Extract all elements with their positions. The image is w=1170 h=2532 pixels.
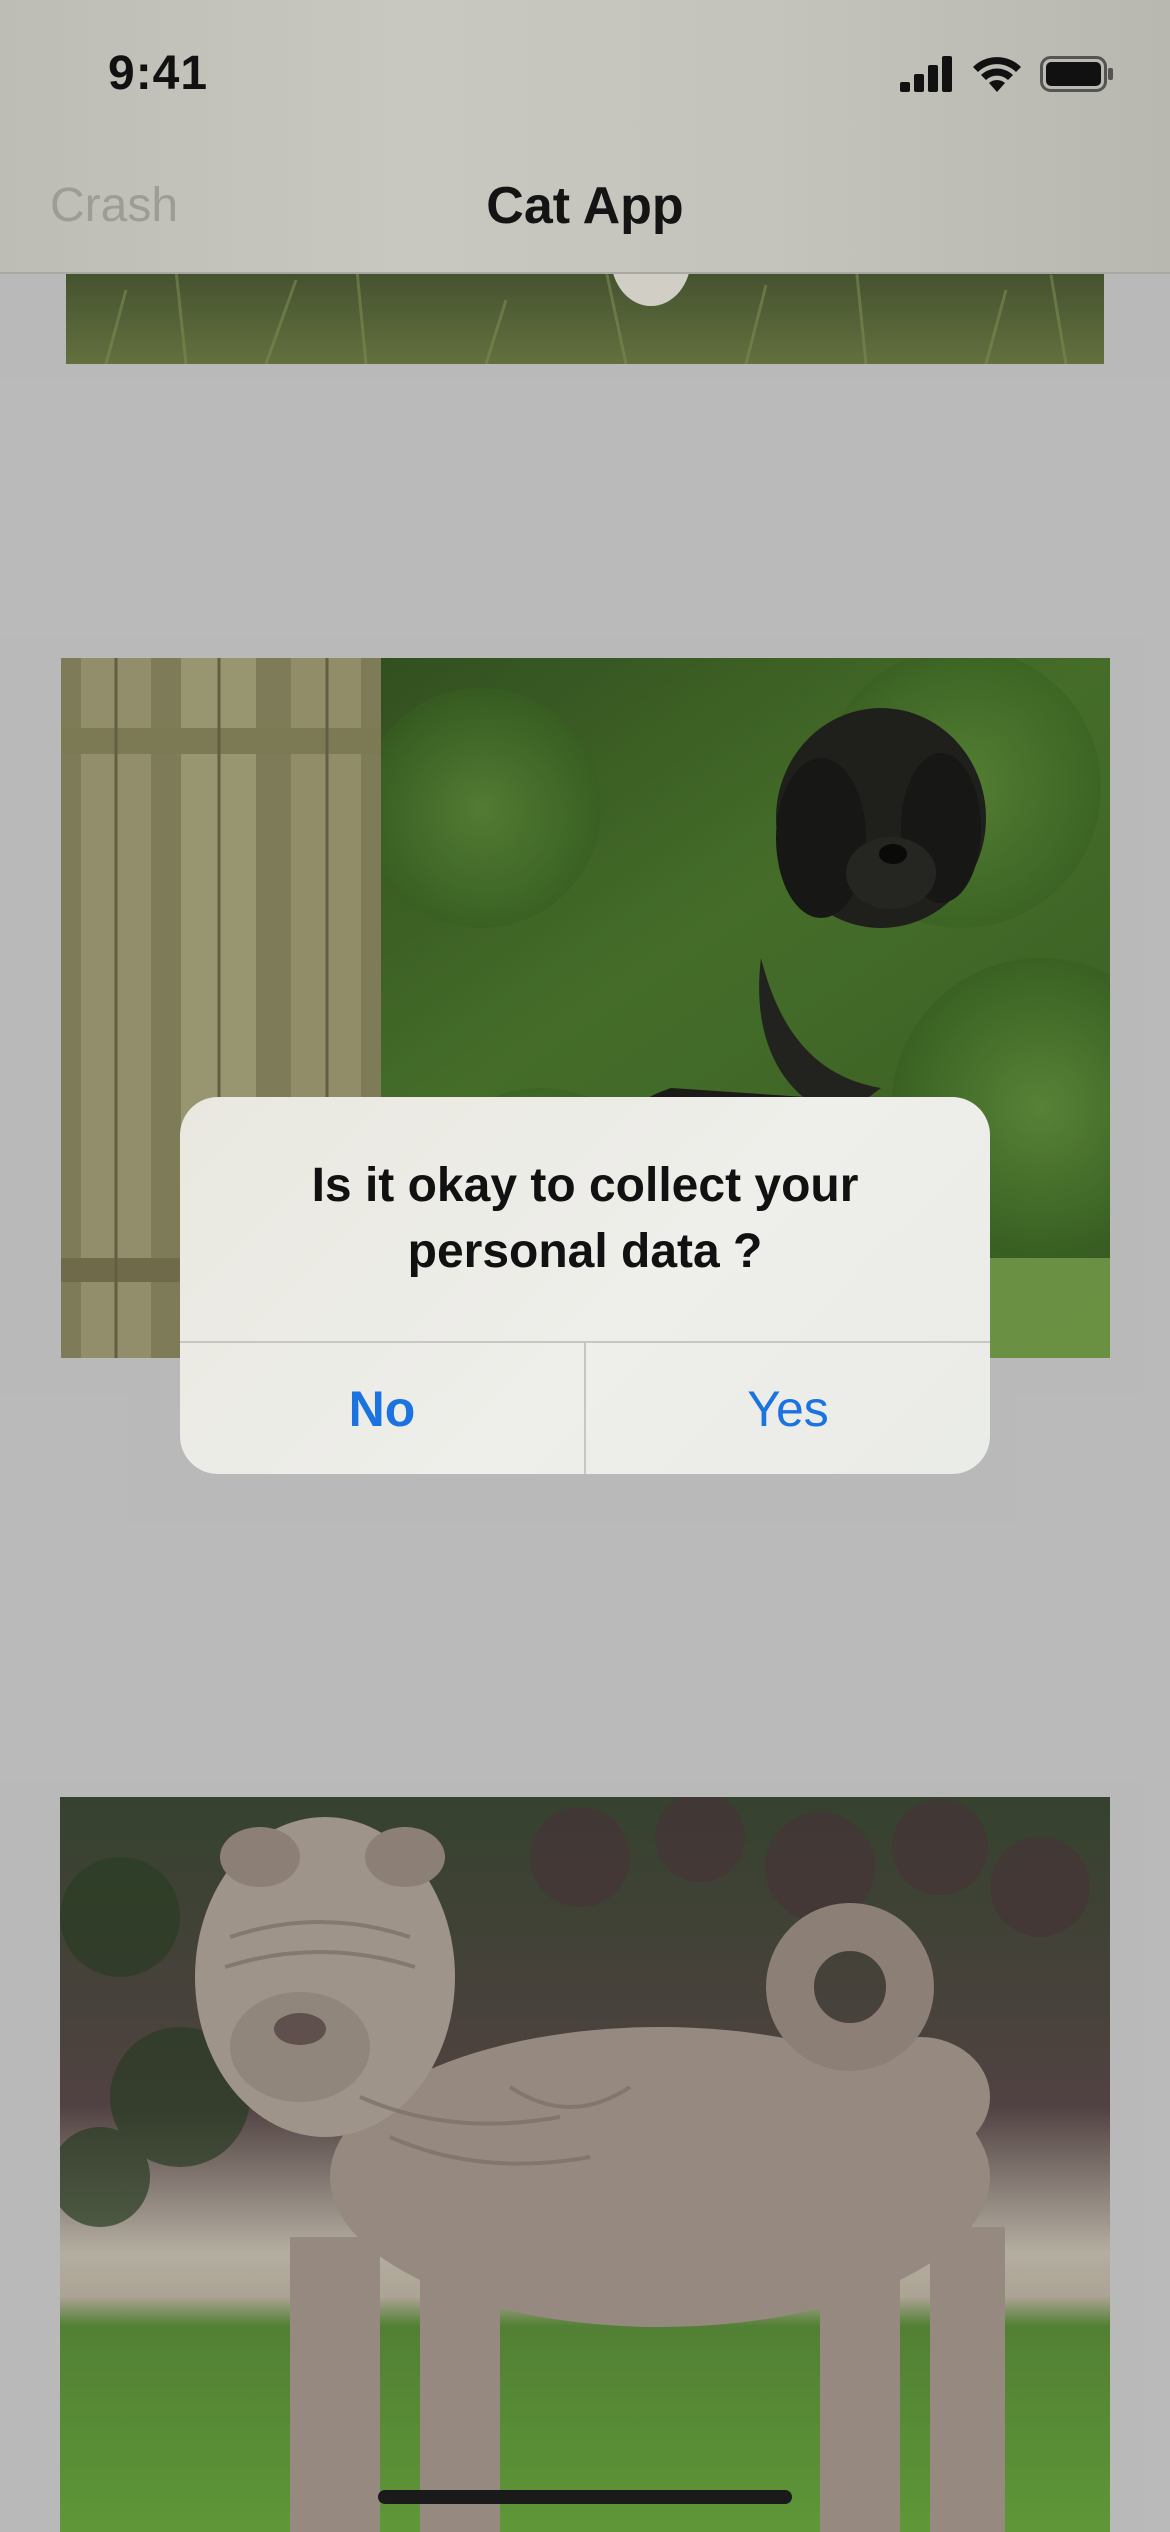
shar-pei-image (60, 1797, 1110, 2532)
home-indicator[interactable] (378, 2490, 792, 2504)
battery-icon (1040, 56, 1113, 92)
feed-photo-shar-pei[interactable] (60, 1797, 1110, 2532)
alert-no-button[interactable]: No (180, 1343, 586, 1474)
status-icons (900, 52, 1114, 96)
navigation-bar: 9:41 Crash Cat App (0, 0, 1170, 274)
wifi-icon (973, 57, 1021, 92)
page-title: Cat App (486, 177, 684, 235)
alert-yes-button[interactable]: Yes (586, 1343, 990, 1474)
consent-alert: Is it okay to collect your personal data… (180, 1097, 990, 1474)
status-time: 9:41 (108, 47, 209, 100)
alert-actions: No Yes (180, 1341, 990, 1474)
app-screen: 9:41 Crash Cat App Is it okay to collect… (0, 0, 1170, 2532)
cellular-signal-icon (900, 56, 952, 92)
alert-message: Is it okay to collect your personal data… (311, 1159, 859, 1278)
